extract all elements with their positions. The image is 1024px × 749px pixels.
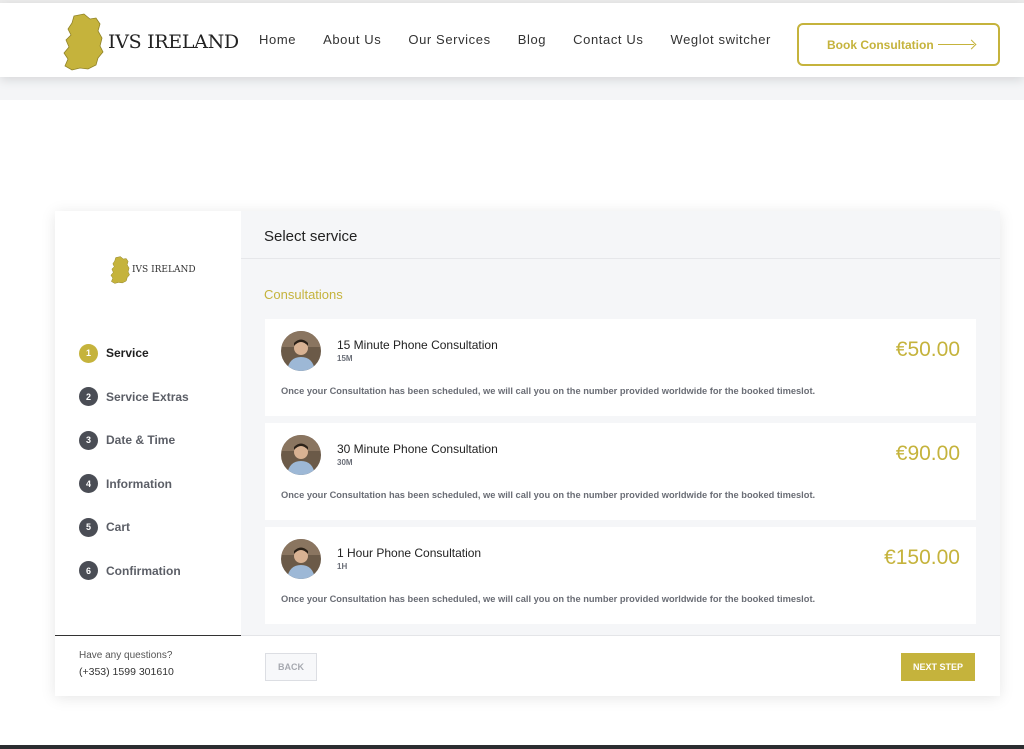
back-button[interactable]: BACK — [265, 653, 317, 681]
step-label: Information — [106, 476, 172, 491]
consultant-avatar — [281, 331, 321, 371]
booking-steps: 1 Service 2 Service Extras 3 Date & Time… — [79, 343, 189, 605]
step-service[interactable]: 1 Service — [79, 343, 189, 363]
step-number: 6 — [79, 561, 98, 581]
help-box: Have any questions? (+353) 1599 301610 — [55, 635, 241, 696]
help-question: Have any questions? — [79, 650, 173, 661]
book-consultation-label: Book Consultation — [827, 37, 934, 52]
step-number: 4 — [79, 474, 98, 494]
step-confirmation[interactable]: 6 Confirmation — [79, 561, 189, 581]
step-label: Confirmation — [106, 563, 181, 578]
site-header: IVS IRELAND Home About Us Our Services B… — [0, 3, 1024, 77]
next-step-button[interactable]: NEXT STEP — [901, 653, 975, 681]
step-number: 1 — [79, 343, 98, 363]
step-number: 2 — [79, 387, 98, 407]
consultant-avatar — [281, 435, 321, 475]
booking-footer: BACK NEXT STEP — [241, 635, 1000, 696]
service-description: Once your Consultation has been schedule… — [281, 490, 816, 500]
service-price: €50.00 — [895, 338, 960, 361]
step-cart[interactable]: 5 Cart — [79, 517, 189, 537]
consultant-avatar — [281, 539, 321, 579]
service-name: 30 Minute Phone Consultation — [337, 442, 498, 456]
nav-about-us[interactable]: About Us — [323, 32, 381, 47]
service-duration: 15M — [337, 354, 353, 363]
service-selection: Select service Consultations 15 Minute P… — [241, 211, 1000, 635]
step-label: Cart — [106, 520, 131, 535]
booking-sidebar: IVS IRELAND 1 Service 2 Service Extras 3… — [55, 211, 241, 635]
step-service-extras[interactable]: 2 Service Extras — [79, 387, 189, 407]
sidebar-logo-text: IVS IRELAND — [132, 265, 196, 275]
ireland-map-icon — [63, 13, 104, 71]
service-description: Once your Consultation has been schedule… — [281, 594, 816, 604]
nav-blog[interactable]: Blog — [518, 32, 546, 47]
step-information[interactable]: 4 Information — [79, 474, 189, 494]
help-phone[interactable]: (+353) 1599 301610 — [79, 666, 241, 678]
step-number: 3 — [79, 430, 98, 450]
site-logo-text: IVS IRELAND — [108, 31, 239, 53]
step-label: Date & Time — [106, 433, 176, 448]
nav-home[interactable]: Home — [259, 32, 296, 47]
nav-our-services[interactable]: Our Services — [408, 32, 490, 47]
nav-language-switcher[interactable]: Weglot switcher — [670, 32, 771, 47]
step-label: Service — [106, 346, 149, 360]
category-title: Consultations — [264, 287, 343, 302]
service-name: 15 Minute Phone Consultation — [337, 338, 498, 352]
service-card-15-minute[interactable]: 15 Minute Phone Consultation 15M €50.00 … — [265, 319, 976, 416]
taskbar-edge — [0, 745, 1024, 749]
service-description: Once your Consultation has been schedule… — [281, 386, 816, 396]
step-number: 5 — [79, 517, 98, 537]
service-duration: 30M — [337, 458, 353, 467]
service-name: 1 Hour Phone Consultation — [337, 546, 482, 560]
sidebar-logo: IVS IRELAND — [109, 255, 196, 285]
nav-contact-us[interactable]: Contact Us — [573, 32, 643, 47]
step-label: Service Extras — [106, 389, 189, 404]
step-date-time[interactable]: 3 Date & Time — [79, 430, 189, 450]
arrow-right-icon — [938, 44, 974, 45]
service-card-30-minute[interactable]: 30 Minute Phone Consultation 30M €90.00 … — [265, 423, 976, 520]
site-logo[interactable]: IVS IRELAND — [60, 11, 239, 73]
section-title: Select service — [264, 228, 358, 245]
main-nav: Home About Us Our Services Blog Contact … — [259, 32, 798, 47]
section-header: Select service — [241, 211, 1000, 259]
service-price: €150.00 — [884, 546, 960, 569]
service-price: €90.00 — [895, 442, 960, 465]
service-card-1-hour[interactable]: 1 Hour Phone Consultation 1H €150.00 Onc… — [265, 527, 976, 624]
header-shadow-band — [0, 77, 1024, 100]
booking-panel: IVS IRELAND 1 Service 2 Service Extras 3… — [55, 211, 1000, 696]
service-duration: 1H — [337, 562, 348, 571]
book-consultation-button[interactable]: Book Consultation — [797, 23, 1000, 66]
ireland-map-icon — [110, 256, 130, 284]
